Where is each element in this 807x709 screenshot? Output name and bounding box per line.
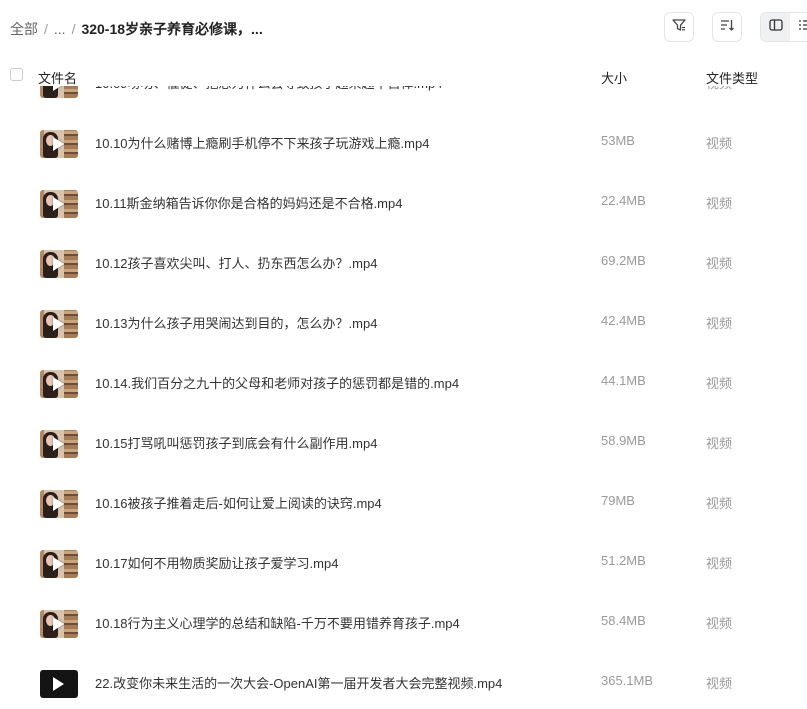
file-row[interactable]: 10.18行为主义心理学的总结和缺陷-千万不要用错养育孩子.mp4 58.4MB 视… [0, 607, 807, 667]
file-row[interactable]: 10.09唠叨、催促、抱怨为什么会导致孩子越来越不自律.mp4 33.6MB 视频 [0, 86, 807, 127]
video-thumbnail[interactable] [40, 430, 78, 458]
file-type: 视频 [706, 556, 733, 571]
file-name[interactable]: 10.15打骂吼叫惩罚孩子到底会有什么副作用.mp4 [95, 433, 377, 452]
file-type: 视频 [706, 86, 732, 92]
file-name[interactable]: 22.改变你未来生活的一次大会-OpenAI第一届开发者大会完整视频.mp4 [95, 673, 502, 692]
file-type: 视频 [706, 676, 733, 691]
filter-icon [671, 17, 687, 38]
play-icon [53, 497, 64, 511]
breadcrumb-separator: / [44, 21, 48, 37]
file-size: 58.9MB [601, 433, 646, 448]
file-name[interactable]: 10.17如何不用物质奖励让孩子爱学习.mp4 [95, 553, 338, 572]
file-type: 视频 [706, 256, 733, 271]
play-icon [53, 317, 64, 331]
play-icon [53, 197, 64, 211]
file-type: 视频 [706, 496, 733, 511]
column-header-type[interactable]: 文件类型 [706, 68, 758, 87]
play-icon [53, 557, 64, 571]
breadcrumb: 全部 /... / 320-18岁亲子养育必修课，... [10, 19, 263, 39]
file-size: 51.2MB [601, 553, 646, 568]
file-row[interactable]: 10.14.我们百分之九十的父母和老师对孩子的惩罚都是错的.mp4 44.1MB 视… [0, 367, 807, 427]
sort-icon [719, 17, 735, 38]
sort-button[interactable] [712, 12, 742, 42]
video-thumbnail[interactable] [40, 86, 78, 98]
file-size: 33.6MB [601, 86, 646, 88]
file-type: 视频 [706, 616, 733, 631]
video-thumbnail[interactable] [40, 310, 78, 338]
file-list: 10.09唠叨、催促、抱怨为什么会导致孩子越来越不自律.mp433.6MB视频1… [0, 86, 807, 709]
file-row[interactable]: 10.10为什么赌博上瘾刷手机停不下来孩子玩游戏上瘾.mp4 53MB 视频 [0, 127, 807, 187]
file-name[interactable]: 10.11斯金纳箱告诉你你是合格的妈妈还是不合格.mp4 [95, 193, 402, 212]
file-list-header: 文件名 大小 文件类型 [0, 66, 807, 86]
file-type: 视频 [706, 196, 733, 211]
file-name[interactable]: 10.13为什么孩子用哭闹达到目的，怎么办？.mp4 [95, 313, 377, 332]
file-name[interactable]: 10.14.我们百分之九十的父母和老师对孩子的惩罚都是错的.mp4 [95, 373, 459, 392]
list-view-icon [798, 18, 807, 37]
file-size: 22.4MB [601, 193, 646, 208]
play-icon [53, 257, 64, 271]
file-row[interactable]: 10.12孩子喜欢尖叫、打人、扔东西怎么办？.mp4 69.2MB 视频 [0, 247, 807, 307]
file-row[interactable]: 10.16被孩子推着走后-如何让爱上阅读的诀窍.mp4 79MB 视频 [0, 487, 807, 547]
breadcrumb-root[interactable]: 全部 [10, 21, 38, 37]
file-row[interactable]: 10.11斯金纳箱告诉你你是合格的妈妈还是不合格.mp4 22.4MB 视频 [0, 187, 807, 247]
file-type: 视频 [706, 376, 733, 391]
view-toggle [760, 12, 807, 42]
video-thumbnail[interactable] [40, 550, 78, 578]
play-icon [53, 617, 64, 631]
file-size: 365.1MB [601, 673, 654, 688]
video-thumbnail[interactable] [40, 190, 78, 218]
play-icon [53, 677, 64, 691]
file-size: 53MB [601, 133, 635, 148]
file-row[interactable]: 10.15打骂吼叫惩罚孩子到底会有什么副作用.mp4 58.9MB 视频 [0, 427, 807, 487]
breadcrumb-ellipsis[interactable]: ... [54, 21, 66, 37]
columns-view-icon [768, 18, 783, 37]
video-thumbnail[interactable] [40, 130, 78, 158]
file-row[interactable]: 10.13为什么孩子用哭闹达到目的，怎么办？.mp4 42.4MB 视频 [0, 307, 807, 367]
file-size: 69.2MB [601, 253, 646, 268]
file-size: 42.4MB [601, 313, 646, 328]
top-bar: 全部 /... / 320-18岁亲子养育必修课，... [0, 0, 807, 56]
select-all-checkbox[interactable] [10, 68, 23, 81]
video-thumbnail[interactable] [40, 250, 78, 278]
breadcrumb-separator: / [71, 21, 76, 37]
file-name[interactable]: 10.12孩子喜欢尖叫、打人、扔东西怎么办？.mp4 [95, 253, 377, 272]
file-name[interactable]: 10.18行为主义心理学的总结和缺陷-千万不要用错养育孩子.mp4 [95, 613, 460, 632]
breadcrumb-current: 320-18岁亲子养育必修课，... [81, 21, 263, 37]
view-list-button[interactable] [790, 13, 807, 41]
view-columns-button[interactable] [761, 13, 790, 41]
file-name[interactable]: 10.09唠叨、催促、抱怨为什么会导致孩子越来越不自律.mp4 [95, 86, 442, 92]
file-type: 视频 [706, 136, 733, 151]
file-row[interactable]: 22.改变你未来生活的一次大会-OpenAI第一届开发者大会完整视频.mp4 36… [0, 667, 807, 709]
file-type: 视频 [706, 436, 733, 451]
file-type: 视频 [706, 316, 733, 331]
video-thumbnail[interactable] [40, 490, 78, 518]
video-thumbnail[interactable] [40, 370, 78, 398]
video-thumbnail[interactable] [40, 670, 78, 698]
file-name[interactable]: 10.10为什么赌博上瘾刷手机停不下来孩子玩游戏上瘾.mp4 [95, 133, 429, 152]
file-size: 58.4MB [601, 613, 646, 628]
video-thumbnail[interactable] [40, 610, 78, 638]
column-header-name[interactable]: 文件名 [38, 68, 77, 87]
play-icon [53, 377, 64, 391]
file-name[interactable]: 10.16被孩子推着走后-如何让爱上阅读的诀窍.mp4 [95, 493, 382, 512]
file-size: 44.1MB [601, 373, 646, 388]
play-icon [53, 437, 64, 451]
column-header-size[interactable]: 大小 [601, 68, 627, 87]
file-row[interactable]: 10.17如何不用物质奖励让孩子爱学习.mp4 51.2MB 视频 [0, 547, 807, 607]
file-size: 79MB [601, 493, 635, 508]
filter-button[interactable] [664, 12, 694, 42]
play-icon [53, 86, 64, 91]
play-icon [53, 137, 64, 151]
